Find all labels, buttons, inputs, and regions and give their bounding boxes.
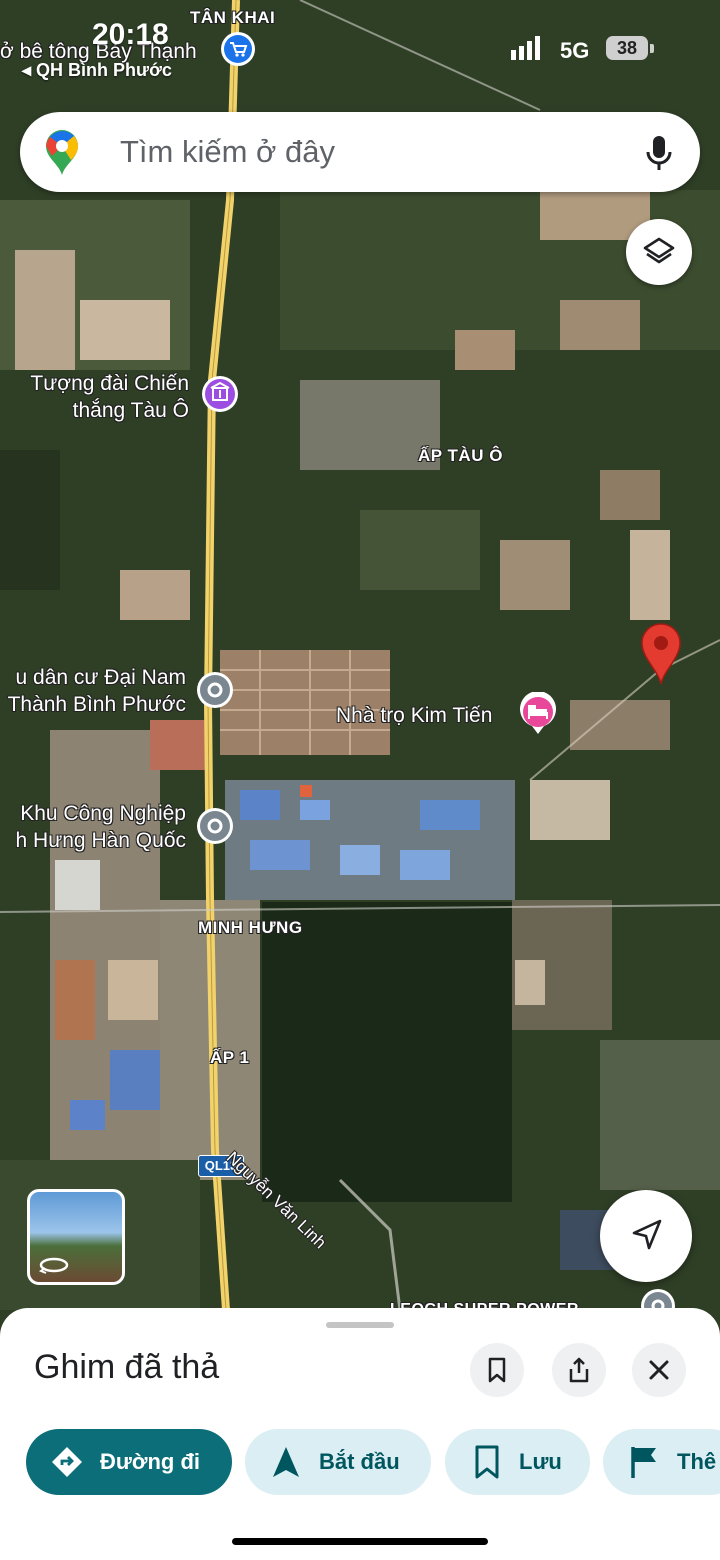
monument-label[interactable]: Tượng đài Chiến thắng Tàu Ô — [17, 370, 189, 424]
directions-label: Đường đi — [100, 1449, 200, 1474]
hotel-pin-icon[interactable] — [518, 691, 558, 736]
dropped-pin-icon[interactable] — [638, 622, 684, 686]
location-arrow-icon — [632, 1219, 662, 1250]
signal-icon — [511, 36, 540, 60]
directions-chip[interactable]: Đường đi — [26, 1429, 232, 1495]
my-location-button[interactable] — [600, 1190, 692, 1282]
street-view-thumbnail[interactable] — [27, 1189, 125, 1285]
search-bar[interactable]: Tìm kiếm ở đây — [20, 112, 700, 192]
place-pin-icon[interactable] — [195, 670, 235, 710]
search-input[interactable]: Tìm kiếm ở đây — [120, 134, 335, 170]
home-indicator — [232, 1538, 488, 1545]
navigation-arrow-icon — [273, 1447, 299, 1477]
more-chip[interactable]: Thê — [603, 1429, 720, 1495]
close-button[interactable] — [632, 1343, 686, 1397]
start-chip[interactable]: Bắt đầu — [245, 1429, 431, 1495]
battery-icon: 38 — [606, 36, 648, 60]
directions-icon — [52, 1447, 82, 1477]
monument-pin-icon[interactable] — [200, 374, 240, 414]
rotate-360-icon — [38, 1257, 69, 1274]
google-maps-pin-icon — [46, 130, 78, 175]
battery-tip — [650, 44, 654, 53]
area-label-minh-hung: MINH HƯNG — [198, 918, 303, 937]
save-bookmark-button[interactable] — [470, 1343, 524, 1397]
share-button[interactable] — [552, 1343, 606, 1397]
area-label-tau-o: ẤP TÀU Ô — [418, 446, 503, 465]
residential-area-label[interactable]: u dân cư Đại Nam Thành Bình Phước — [0, 664, 186, 718]
back-to-app-link[interactable]: ◂ QH Bình Phước — [22, 60, 172, 81]
place-pin-icon-3[interactable] — [640, 1288, 676, 1310]
flag-icon — [631, 1447, 656, 1478]
microphone-icon[interactable] — [644, 134, 674, 172]
bookmark-icon — [488, 1357, 506, 1383]
save-chip[interactable]: Lưu — [445, 1429, 590, 1495]
network-type: 5G — [560, 38, 590, 63]
area-label-ap-1: ẤP 1 — [210, 1048, 250, 1067]
hotel-label[interactable]: Nhà trọ Kim Tiến — [336, 702, 492, 729]
status-bar: 20:18 ◂ QH Bình Phước 5G 38 — [0, 0, 720, 100]
share-icon — [569, 1357, 589, 1383]
more-label: Thê — [677, 1449, 717, 1474]
start-label: Bắt đầu — [319, 1449, 400, 1474]
save-label: Lưu — [519, 1449, 562, 1474]
sheet-drag-handle[interactable] — [326, 1322, 394, 1328]
close-icon — [649, 1360, 669, 1380]
bookmark-icon — [475, 1445, 499, 1479]
clock: 20:18 — [92, 18, 169, 51]
layers-button[interactable] — [626, 219, 692, 285]
industrial-park-label[interactable]: Khu Công Nghiệp h Hưng Hàn Quốc — [0, 800, 186, 854]
place-pin-icon-2[interactable] — [195, 806, 235, 846]
sheet-title: Ghim đã thả — [34, 1348, 220, 1386]
layers-icon — [643, 237, 675, 264]
bottom-sheet: Ghim đã thả Đường đi Bắt đầu Lưu Thê — [0, 1308, 720, 1560]
